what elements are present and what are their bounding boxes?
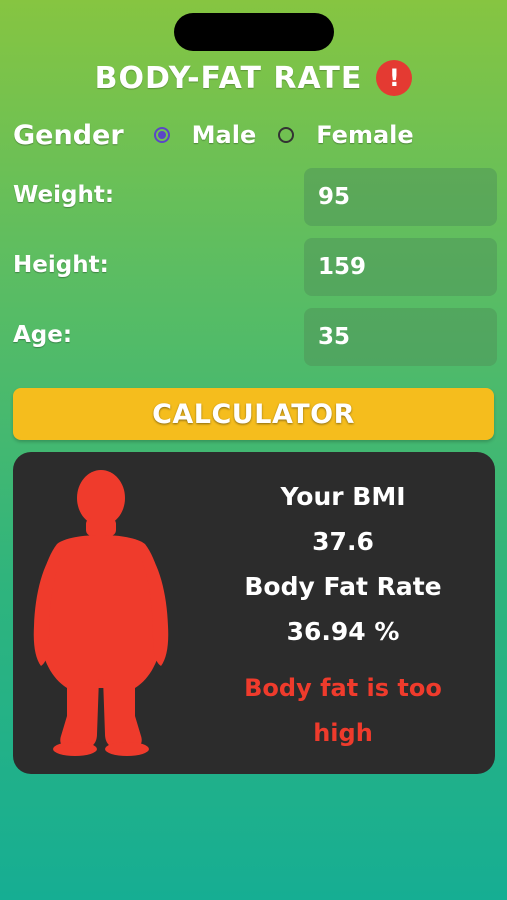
obese-body-silhouette-icon	[33, 470, 169, 756]
gender-option-male[interactable]: Male	[153, 121, 257, 149]
height-input[interactable]: 159	[304, 238, 497, 296]
app-title: BODY-FAT RATE	[94, 60, 363, 96]
age-label: Age:	[13, 322, 73, 348]
body-fat-rate-label: Body Fat Rate	[244, 572, 442, 601]
gender-label: Gender	[13, 119, 124, 151]
age-row: Age: 35	[13, 308, 497, 366]
weight-row: Weight: 95	[13, 168, 497, 226]
camera-notch	[174, 13, 334, 51]
bmi-value: 37.6	[312, 527, 374, 556]
header: BODY-FAT RATE !	[0, 56, 507, 100]
height-row: Height: 159	[13, 238, 497, 296]
female-radio[interactable]	[278, 127, 295, 143]
age-input[interactable]: 35	[304, 308, 497, 366]
weight-label: Weight:	[13, 182, 115, 208]
result-summary: Your BMI 37.6 Body Fat Rate 36.94 % Body…	[213, 474, 473, 756]
female-radio-label: Female	[316, 121, 414, 149]
male-radio-label: Male	[191, 121, 257, 149]
bmi-label: Your BMI	[280, 482, 406, 511]
body-fat-warning: Body fat is too high	[244, 674, 442, 747]
gender-selector: Gender Male Female	[13, 114, 436, 156]
height-label: Height:	[13, 252, 109, 278]
result-card: Your BMI 37.6 Body Fat Rate 36.94 % Body…	[13, 452, 495, 774]
alert-icon[interactable]: !	[376, 60, 413, 96]
calculator-button[interactable]: CALCULATOR	[13, 388, 494, 440]
weight-input[interactable]: 95	[304, 168, 497, 226]
gender-option-female[interactable]: Female	[278, 121, 414, 149]
male-radio[interactable]	[153, 127, 170, 143]
body-fat-rate-value: 36.94 %	[286, 617, 400, 646]
